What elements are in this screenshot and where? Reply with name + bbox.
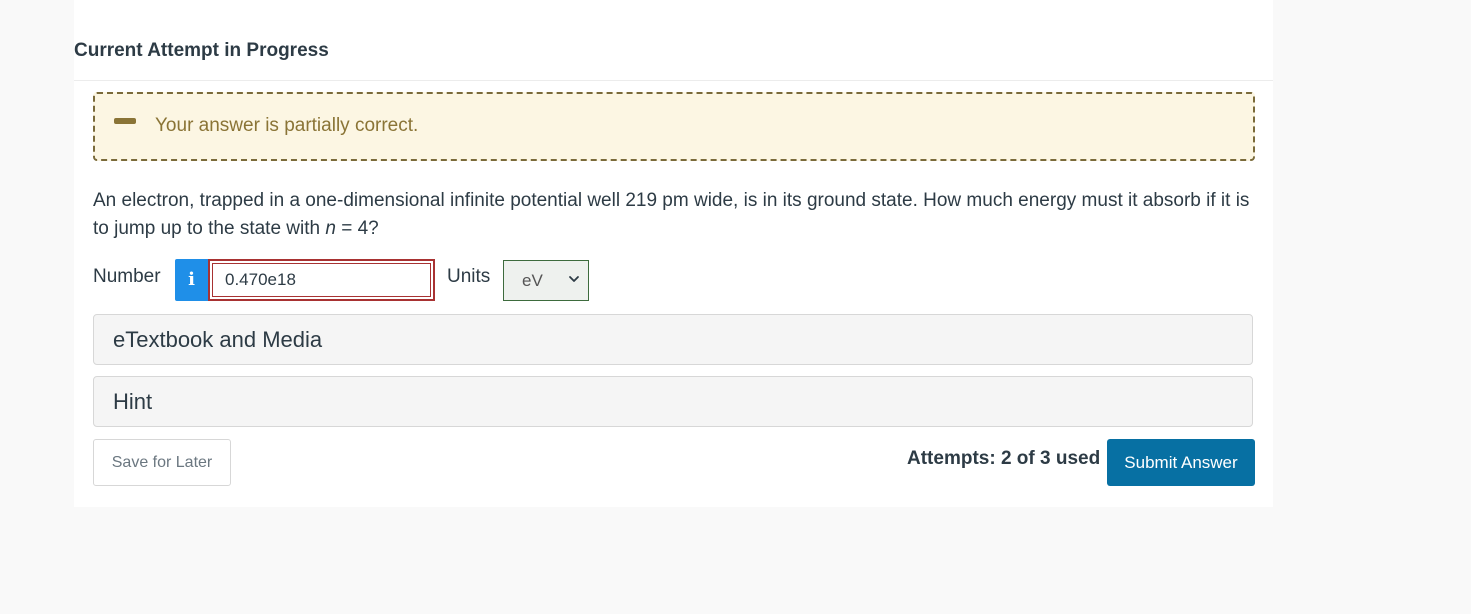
page-title: Current Attempt in Progress (74, 40, 329, 61)
question-card: Current Attempt in Progress Your answer … (74, 0, 1273, 507)
minus-icon (114, 118, 136, 124)
question-text-end: = 4? (335, 218, 379, 239)
question-variable: n (325, 218, 336, 239)
number-input-wrapper (208, 259, 435, 301)
number-input[interactable] (212, 263, 431, 297)
feedback-message: Your answer is partially correct. (155, 115, 419, 136)
save-for-later-button[interactable]: Save for Later (93, 439, 231, 486)
hint-label: Hint (113, 389, 153, 414)
number-label: Number (93, 266, 161, 287)
info-icon[interactable]: i (175, 259, 208, 301)
chevron-down-icon (569, 276, 579, 282)
question-text-main: An electron, trapped in a one-dimensiona… (93, 190, 1250, 239)
etextbook-media-accordion[interactable]: eTextbook and Media (93, 314, 1253, 365)
partial-correct-feedback: Your answer is partially correct. (93, 92, 1255, 161)
answer-row: Number i Units eV (93, 259, 693, 301)
attempts-counter: Attempts: 2 of 3 used (907, 448, 1101, 469)
submit-answer-button[interactable]: Submit Answer (1107, 439, 1255, 486)
question-text: An electron, trapped in a one-dimensiona… (93, 187, 1258, 243)
units-label: Units (447, 266, 491, 287)
title-divider (74, 80, 1273, 81)
units-selected-value: eV (522, 271, 543, 290)
hint-accordion[interactable]: Hint (93, 376, 1253, 427)
units-select[interactable]: eV (503, 260, 589, 301)
etextbook-media-label: eTextbook and Media (113, 327, 323, 352)
